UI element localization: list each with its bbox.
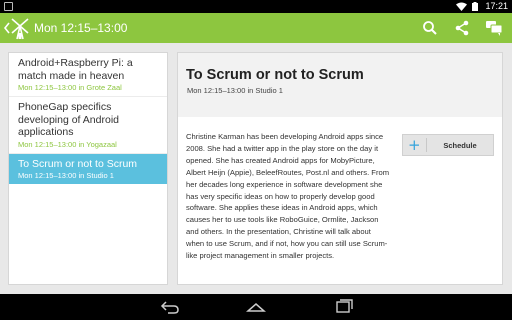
session-time-room: Mon 12:15–13:00 in Studio 1 [18, 171, 114, 180]
detail-description: Christine Karman has been developing And… [186, 132, 390, 261]
session-title: Android+Raspberry Pi: a match made in he… [18, 57, 133, 82]
session-time-room: Mon 12:15–13:00 in Grote Zaal [18, 83, 122, 92]
recent-apps-icon[interactable] [334, 298, 354, 316]
status-icons [456, 2, 478, 11]
detail-title: To Scrum or not to Scrum [186, 67, 364, 83]
share-icon[interactable] [453, 19, 471, 37]
session-list-item[interactable]: Android+Raspberry Pi: a match made in he… [9, 53, 167, 97]
status-time: 17:21 [485, 1, 508, 11]
windmill-logo-icon[interactable] [8, 16, 32, 40]
session-detail: To Scrum or not to Scrum Mon 12:15–13:00… [177, 52, 503, 285]
plus-icon: + [408, 136, 421, 154]
search-icon[interactable] [421, 19, 439, 37]
detail-header: To Scrum or not to Scrum Mon 12:15–13:00… [178, 53, 502, 117]
action-bar: Mon 12:15–13:00 [0, 13, 512, 43]
wifi-icon [456, 2, 467, 11]
session-time-room: Mon 12:15–13:00 in Yogazaal [18, 139, 117, 149]
battery-icon [472, 2, 478, 11]
back-icon[interactable] [160, 298, 180, 316]
session-title: To Scrum or not to Scrum [18, 157, 138, 170]
session-title: PhoneGap specifics developing of Android… [18, 101, 119, 138]
home-icon[interactable] [246, 298, 266, 316]
action-bar-title: Mon 12:15–13:00 [34, 21, 128, 35]
schedule-label: Schedule [443, 141, 477, 150]
session-list-item-selected[interactable]: To Scrum or not to Scrum Mon 12:15–13:00… [9, 153, 167, 184]
comments-icon[interactable] [485, 19, 503, 37]
schedule-button[interactable]: + Schedule [402, 134, 494, 156]
status-bar: 17:21 [0, 0, 512, 13]
notification-icon [4, 2, 13, 11]
session-list: Android+Raspberry Pi: a match made in he… [8, 52, 168, 285]
session-list-item[interactable]: PhoneGap specifics developing of Android… [9, 97, 167, 154]
detail-time-room: Mon 12:15–13:00 in Studio 1 [187, 86, 283, 95]
navigation-bar [0, 294, 512, 320]
